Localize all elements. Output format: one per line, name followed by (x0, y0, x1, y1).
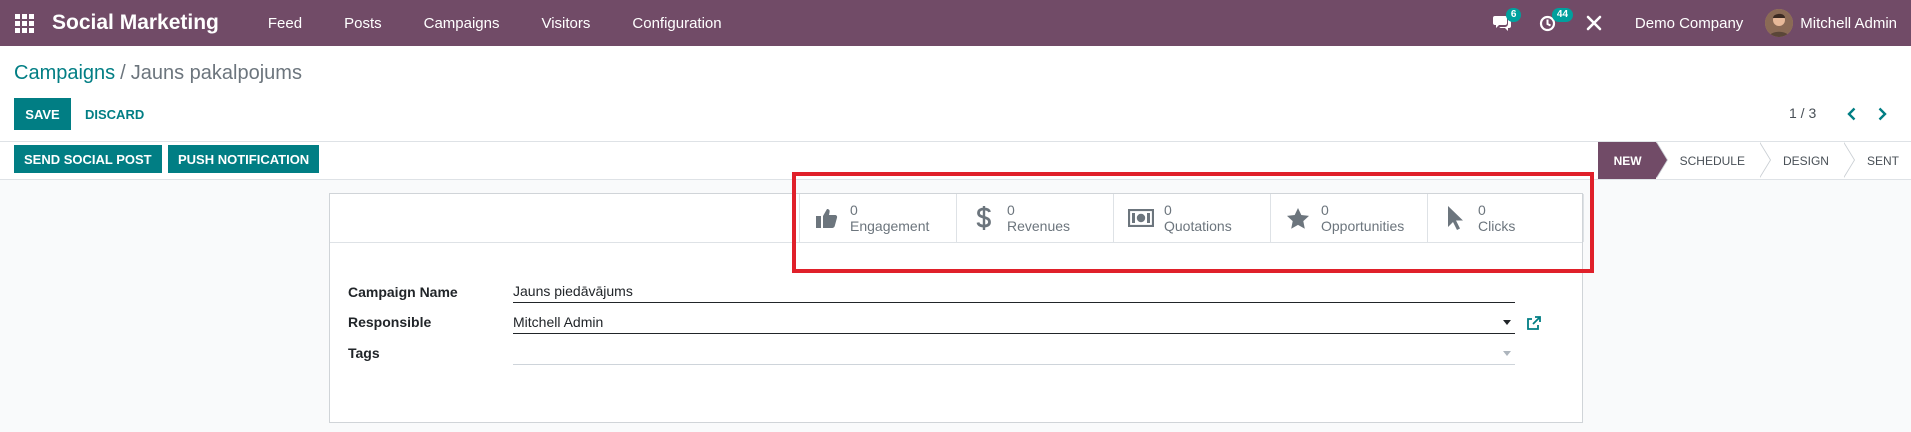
activity-badge: 44 (1551, 8, 1574, 22)
chevron-left-icon (1847, 107, 1856, 121)
breadcrumb: Campaigns / Jauns pakalpojums (14, 62, 302, 85)
stage-pipeline: NEW SCHEDULE DESIGN SENT (1597, 142, 1911, 179)
breadcrumb-separator: / (120, 62, 126, 84)
clicks-value: 0 (1478, 202, 1486, 218)
quotations-stat-button[interactable]: 0 Quotations (1113, 194, 1270, 242)
quotations-label: Quotations (1164, 218, 1232, 234)
save-button[interactable]: SAVE (14, 98, 71, 130)
apps-menu-icon[interactable] (2, 0, 46, 46)
tags-input[interactable] (513, 341, 1515, 365)
control-panel: Campaigns / Jauns pakalpojums SAVE DISCARD… (0, 46, 1911, 142)
smart-button-box: 0 Engagement 0 Revenues 0 Quotations 0 Oppor… (330, 194, 1584, 243)
push-notification-button[interactable]: PUSH NOTIFICATION (168, 145, 320, 173)
user-menu[interactable]: Mitchell Admin (1765, 9, 1911, 37)
responsible-select[interactable]: Mitchell Admin (513, 310, 1515, 334)
send-social-post-button[interactable]: SEND SOCIAL POST (14, 145, 162, 173)
pager-previous-button[interactable] (1842, 104, 1862, 124)
form-statusbar: SEND SOCIAL POST PUSH NOTIFICATION NEW S… (0, 142, 1911, 180)
revenues-value: 0 (1007, 202, 1015, 218)
user-name: Mitchell Admin (1800, 14, 1897, 32)
main-menu: Feed Posts Campaigns Visitors Configurat… (247, 15, 743, 32)
chevron-right-icon (1878, 107, 1887, 121)
stage-label: DESIGN (1782, 153, 1829, 168)
menu-item-configuration[interactable]: Configuration (611, 15, 742, 32)
discard-button[interactable]: DISCARD (77, 98, 152, 130)
campaign-name-label: Campaign Name (348, 284, 458, 300)
pager-next-button[interactable] (1872, 104, 1892, 124)
menu-item-campaigns[interactable]: Campaigns (403, 15, 521, 32)
chat-badge: 6 (1505, 8, 1522, 22)
stage-label: NEW (1613, 153, 1642, 168)
opportunities-value: 0 (1321, 202, 1329, 218)
stage-schedule[interactable]: SCHEDULE (1655, 142, 1771, 179)
app-name[interactable]: Social Marketing (52, 11, 219, 35)
stage-label: SCHEDULE (1679, 153, 1745, 168)
activity-clock-icon[interactable]: 44 (1525, 0, 1574, 46)
revenues-stat-button[interactable]: 0 Revenues (956, 194, 1113, 242)
cursor-icon (1442, 205, 1468, 231)
engagement-label: Engagement (850, 218, 930, 234)
external-link-icon[interactable] (1526, 315, 1542, 331)
stage-label: SENT (1866, 153, 1899, 168)
avatar (1765, 9, 1794, 37)
dollar-icon (971, 205, 997, 231)
responsible-label: Responsible (348, 314, 432, 330)
chat-icon[interactable]: 6 (1479, 0, 1525, 46)
breadcrumb-campaigns-link[interactable]: Campaigns (14, 62, 115, 84)
tools-icon[interactable] (1571, 0, 1617, 46)
menu-item-posts[interactable]: Posts (323, 15, 403, 32)
pager-value[interactable]: 1 / 3 (1789, 105, 1816, 121)
clicks-label: Clicks (1478, 218, 1516, 234)
form-sheet: 0 Engagement 0 Revenues 0 Quotations 0 Oppor… (329, 193, 1584, 423)
engagement-value: 0 (850, 202, 858, 218)
stage-new[interactable]: NEW (1597, 142, 1668, 179)
clicks-stat-button[interactable]: 0 Clicks (1427, 194, 1584, 242)
menu-item-visitors[interactable]: Visitors (520, 15, 611, 32)
money-bill-icon (1128, 205, 1154, 231)
quotations-value: 0 (1164, 202, 1172, 218)
breadcrumb-current: Jauns pakalpojums (130, 62, 302, 84)
menu-item-feed[interactable]: Feed (247, 15, 323, 32)
stage-design[interactable]: DESIGN (1758, 142, 1855, 179)
campaign-name-input[interactable]: Jauns piedāvājums (513, 279, 1515, 303)
star-icon (1285, 205, 1311, 231)
revenues-label: Revenues (1007, 218, 1071, 234)
engagement-stat-button[interactable]: 0 Engagement (799, 194, 956, 242)
opportunities-label: Opportunities (1321, 218, 1405, 234)
responsible-value: Mitchell Admin (513, 313, 604, 330)
chevron-down-icon[interactable] (1503, 351, 1511, 356)
navbar-systray: 6 44 Demo Company Mitchell Admin (1479, 0, 1911, 46)
opportunities-stat-button[interactable]: 0 Opportunities (1270, 194, 1427, 242)
company-switcher[interactable]: Demo Company (1617, 15, 1765, 32)
thumbs-up-icon (814, 205, 840, 231)
top-navbar: Social Marketing Feed Posts Campaigns Vi… (0, 0, 1911, 46)
chevron-down-icon[interactable] (1503, 320, 1511, 325)
tags-label: Tags (348, 345, 380, 361)
